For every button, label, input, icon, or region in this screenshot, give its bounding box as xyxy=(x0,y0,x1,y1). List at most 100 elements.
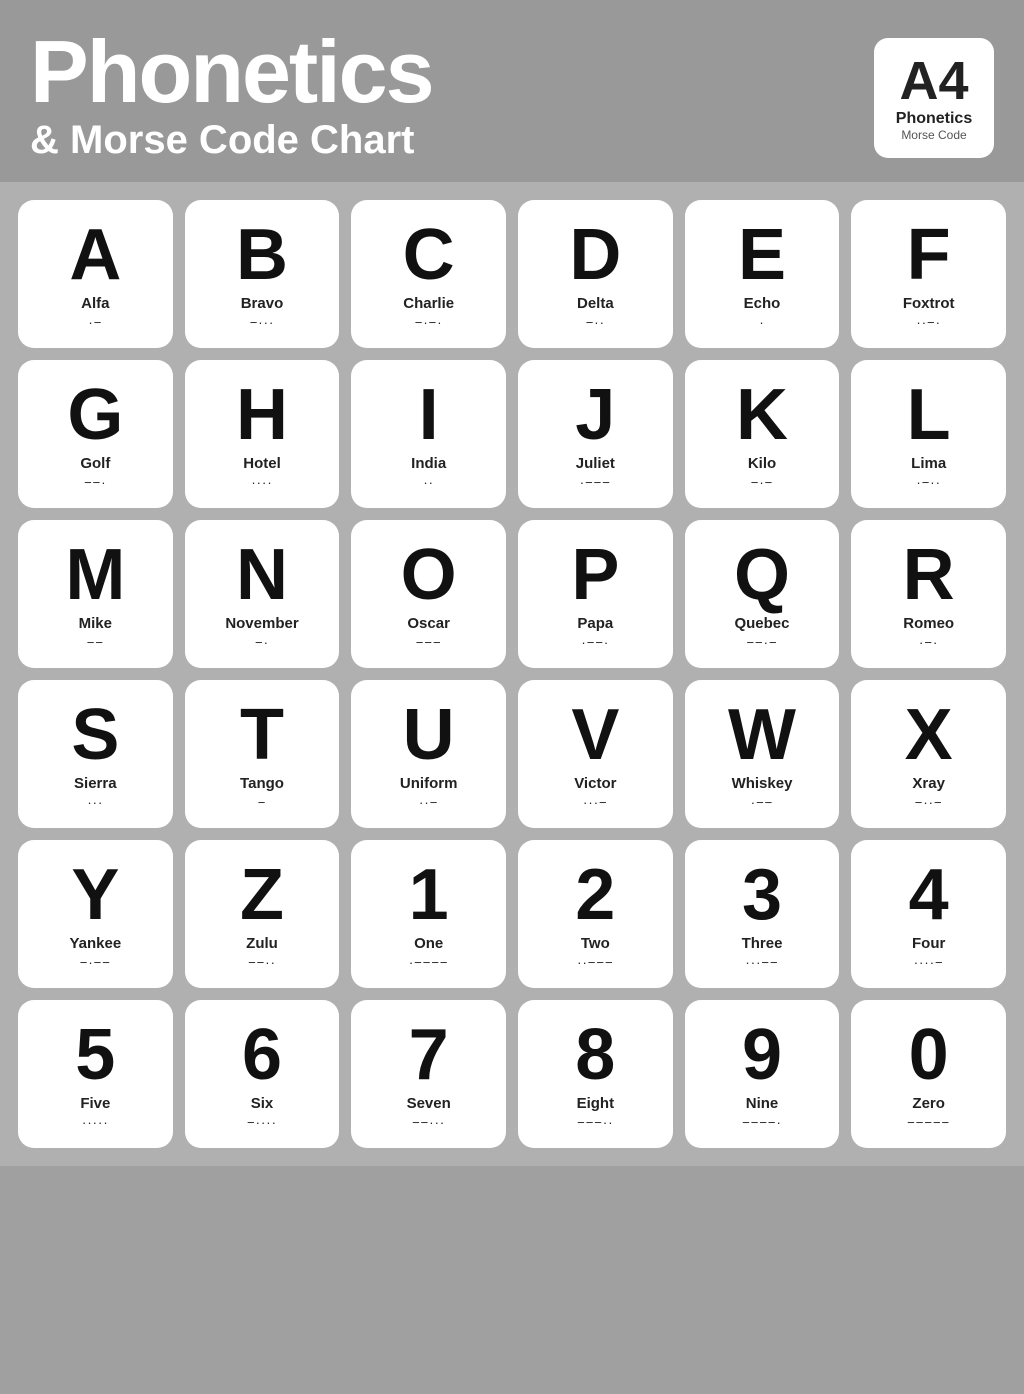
card-letter: E xyxy=(738,219,786,291)
card-s: SSierra··· xyxy=(18,680,173,828)
card-morse: ···· xyxy=(251,475,272,490)
card-letter: F xyxy=(907,219,951,291)
card-p: PPapa·−−· xyxy=(518,520,673,668)
card-morse: −−· xyxy=(84,475,107,490)
card-morse: −−··· xyxy=(412,1115,445,1130)
card-morse: ·−−−− xyxy=(409,955,449,970)
card-word: Lima xyxy=(911,455,946,472)
card-morse: −·−− xyxy=(80,955,111,970)
card-morse: ·−· xyxy=(919,635,938,650)
card-morse: ····− xyxy=(914,955,944,970)
card-letter: 2 xyxy=(575,859,615,931)
card-letter: 8 xyxy=(575,1019,615,1091)
card-d: DDelta−·· xyxy=(518,200,673,348)
card-letter: R xyxy=(903,539,955,611)
card-morse: −−− xyxy=(416,635,442,650)
card-letter: 4 xyxy=(909,859,949,931)
badge-big: A4 xyxy=(899,54,968,108)
card-word: Quebec xyxy=(734,615,789,632)
card-letter: 7 xyxy=(409,1019,449,1091)
card-morse: −−·· xyxy=(248,955,276,970)
card-letter: X xyxy=(905,699,953,771)
card-word: Tango xyxy=(240,775,284,792)
card-3: 3Three···−− xyxy=(685,840,840,988)
card-letter: T xyxy=(240,699,284,771)
card-u: U Uniform ··− xyxy=(351,680,506,828)
card-r: RRomeo·−· xyxy=(851,520,1006,668)
card-word: Golf xyxy=(80,455,110,472)
card-letter: 9 xyxy=(742,1019,782,1091)
card-morse: ··−· xyxy=(916,315,941,330)
card-word: Mike xyxy=(79,615,112,632)
card-letter: 3 xyxy=(742,859,782,931)
card-word: One xyxy=(414,935,443,952)
card-word: Echo xyxy=(744,295,781,312)
card-morse: ·−−· xyxy=(581,635,609,650)
card-morse: ··− xyxy=(419,795,438,810)
card-letter: G xyxy=(67,379,123,451)
card-morse: −· xyxy=(255,635,269,650)
card-word: Zulu xyxy=(246,935,278,952)
card-morse: ···− xyxy=(583,795,608,810)
card-letter: Q xyxy=(734,539,790,611)
card-k: KKilo−·− xyxy=(685,360,840,508)
card-n: N November −· xyxy=(185,520,340,668)
card-word: Hotel xyxy=(243,455,281,472)
card-a: AAlfa·− xyxy=(18,200,173,348)
card-g: G Golf −−· xyxy=(18,360,173,508)
card-word: Juliet xyxy=(576,455,615,472)
card-morse: ·−− xyxy=(751,795,774,810)
card-word: Yankee xyxy=(69,935,121,952)
card-e: E Echo · xyxy=(685,200,840,348)
card-2: 2 Two ··−−− xyxy=(518,840,673,988)
card-letter: N xyxy=(236,539,288,611)
card-word: Two xyxy=(581,935,610,952)
card-morse: ····· xyxy=(82,1115,109,1130)
card-f: FFoxtrot··−· xyxy=(851,200,1006,348)
a4-badge: A4 Phonetics Morse Code xyxy=(874,38,994,158)
card-letter: A xyxy=(69,219,121,291)
card-word: Kilo xyxy=(748,455,776,472)
card-morse: −−−·· xyxy=(577,1115,613,1130)
card-word: Bravo xyxy=(241,295,284,312)
card-letter: I xyxy=(419,379,439,451)
card-word: Five xyxy=(80,1095,110,1112)
card-letter: V xyxy=(571,699,619,771)
card-w: W Whiskey ·−− xyxy=(685,680,840,828)
card-word: Victor xyxy=(574,775,616,792)
card-morse: −−−−− xyxy=(907,1115,950,1130)
card-letter: 0 xyxy=(909,1019,949,1091)
card-morse: −··− xyxy=(915,795,943,810)
card-morse: ··· xyxy=(87,795,103,810)
card-morse: ·−−− xyxy=(580,475,611,490)
card-l: LLima·−·· xyxy=(851,360,1006,508)
card-word: Whiskey xyxy=(732,775,793,792)
card-word: Four xyxy=(912,935,945,952)
card-word: November xyxy=(225,615,298,632)
card-word: Delta xyxy=(577,295,614,312)
card-word: Eight xyxy=(577,1095,615,1112)
card-word: Uniform xyxy=(400,775,458,792)
card-letter: W xyxy=(728,699,796,771)
card-word: Oscar xyxy=(407,615,450,632)
card-i: IIndia·· xyxy=(351,360,506,508)
card-x: XXray−··− xyxy=(851,680,1006,828)
header-title-block: Phonetics & Morse Code Chart xyxy=(30,28,433,162)
card-morse: · xyxy=(759,315,764,330)
card-letter: M xyxy=(65,539,125,611)
card-letter: 5 xyxy=(75,1019,115,1091)
card-letter: P xyxy=(571,539,619,611)
header: Phonetics & Morse Code Chart A4 Phonetic… xyxy=(0,0,1024,182)
card-letter: U xyxy=(403,699,455,771)
card-morse: −− xyxy=(87,635,104,650)
card-letter: L xyxy=(907,379,951,451)
card-letter: B xyxy=(236,219,288,291)
card-morse: ··−−− xyxy=(577,955,613,970)
card-b: BBravo−··· xyxy=(185,200,340,348)
card-morse: −·−· xyxy=(415,315,443,330)
card-letter: 6 xyxy=(242,1019,282,1091)
card-morse: − xyxy=(258,795,267,810)
card-6: 6Six−···· xyxy=(185,1000,340,1148)
card-letter: C xyxy=(403,219,455,291)
card-q: QQuebec−−·− xyxy=(685,520,840,668)
